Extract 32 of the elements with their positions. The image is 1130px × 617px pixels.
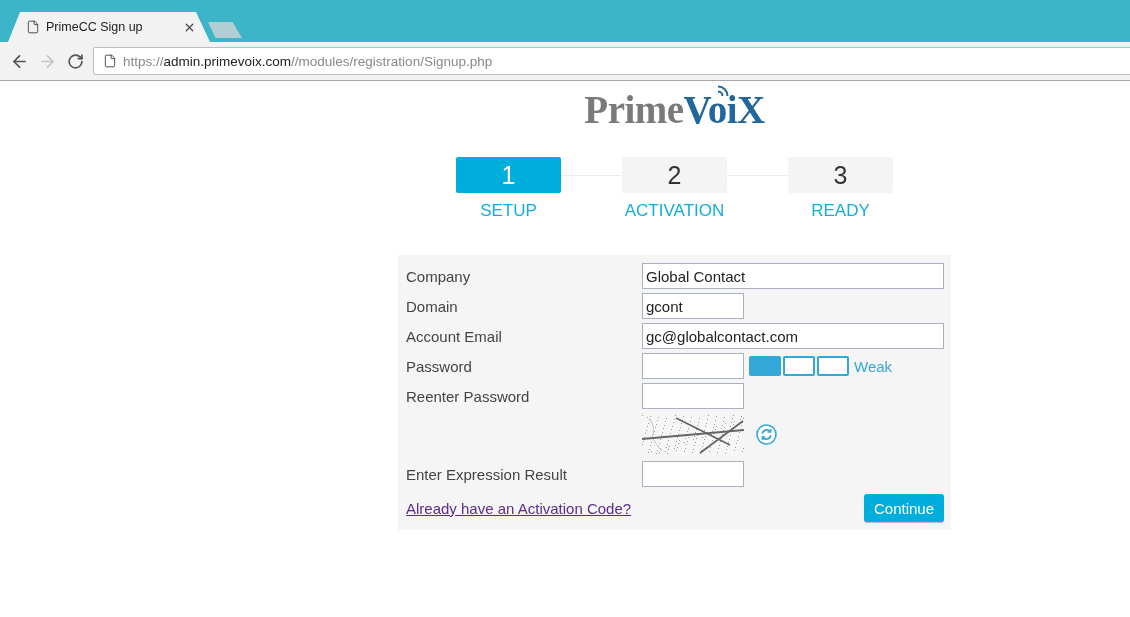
reload-icon: [66, 52, 84, 70]
field-label: Company: [406, 267, 472, 285]
signal-arcs-icon: [716, 85, 729, 96]
activation-code-link[interactable]: Already have an Activation Code?: [406, 499, 632, 517]
input-field[interactable]: [642, 383, 744, 409]
step-number: 3: [788, 157, 893, 193]
refresh-icon[interactable]: [756, 424, 777, 445]
field-label: Enter Expression Result: [406, 465, 568, 483]
address-bar[interactable]: https://admin.primevoix.com//modules/registration/Signup.php: [93, 47, 1130, 75]
step-label: SETUP: [480, 201, 537, 221]
page-icon: [26, 20, 40, 34]
input-field[interactable]: Global Contact: [642, 263, 944, 289]
field-label: Reenter Password: [406, 387, 531, 405]
input-field[interactable]: [642, 353, 744, 379]
strength-label: Weak: [854, 357, 893, 375]
new-tab-button[interactable]: [208, 22, 242, 38]
step-number: 1: [456, 157, 561, 193]
url-text: https://admin.primevoix.com//modules/registration/Signup.php: [123, 53, 493, 69]
field-label: Password: [406, 357, 473, 375]
browser-tab[interactable]: PrimeCC Sign up: [8, 12, 210, 42]
step-number: 2: [622, 157, 727, 193]
field-label: Account Email: [406, 327, 503, 345]
tab-title: PrimeCC Sign up: [46, 20, 143, 34]
field-label: Domain: [406, 297, 459, 315]
logo-text: VoiX: [683, 96, 765, 124]
step-label: READY: [811, 201, 870, 221]
page-icon: [103, 54, 117, 68]
step-label: ACTIVATION: [624, 201, 725, 221]
input-field[interactable]: gcont: [642, 293, 744, 319]
logo-text: Prime: [584, 96, 684, 124]
input-field[interactable]: [642, 461, 744, 487]
input-field[interactable]: gc@globalcontact.com: [642, 323, 944, 349]
